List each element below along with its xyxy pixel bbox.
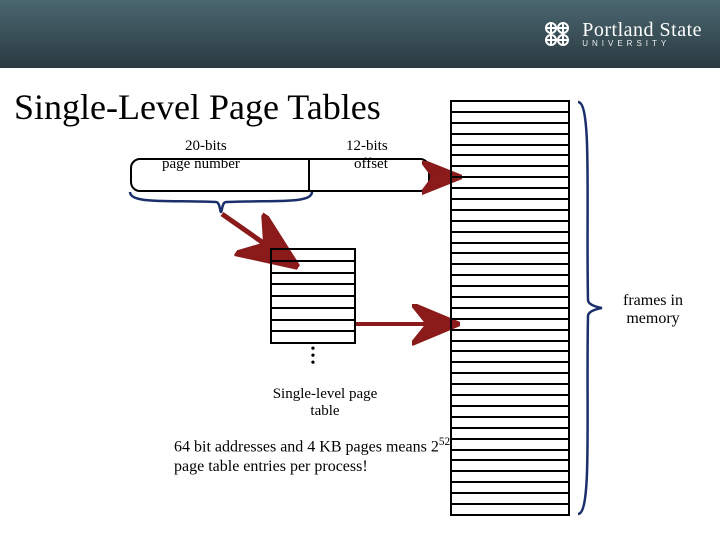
memory-frame — [452, 254, 568, 265]
memory-frame — [452, 265, 568, 276]
page-table — [270, 248, 356, 344]
memory-frame — [452, 113, 568, 124]
memory-frame — [452, 276, 568, 287]
page-table-caption: Single-level page table — [270, 386, 380, 421]
page-table-ellipsis-icon: ••• — [306, 346, 320, 367]
address-offset-field — [310, 160, 428, 190]
header-band: Portland State UNIVERSITY — [0, 0, 720, 68]
memory-frame — [452, 472, 568, 483]
memory-frame — [452, 320, 568, 331]
memory-frame — [452, 451, 568, 462]
memory-frame — [452, 102, 568, 113]
memory-frame — [452, 505, 568, 514]
memory-frame — [452, 461, 568, 472]
memory-frame — [452, 178, 568, 189]
memory-frame — [452, 352, 568, 363]
memory-frame — [452, 298, 568, 309]
page-table-row — [272, 250, 354, 262]
address-page-number-field — [132, 160, 310, 190]
memory-frame — [452, 363, 568, 374]
memory-frame — [452, 146, 568, 157]
page-table-row — [272, 309, 354, 321]
memory-frame — [452, 222, 568, 233]
virtual-address-box — [130, 158, 430, 192]
table-to-memory-arrow-icon — [356, 316, 456, 336]
page-table-row — [272, 274, 354, 286]
memory-frame — [452, 211, 568, 222]
slide-title: Single-Level Page Tables — [14, 86, 720, 128]
memory-frame — [452, 374, 568, 385]
page-table-row — [272, 262, 354, 274]
page-table-row — [272, 332, 354, 342]
memory-frame — [452, 440, 568, 451]
memory-frame — [452, 135, 568, 146]
memory-frame — [452, 244, 568, 255]
university-branding: Portland State UNIVERSITY — [540, 17, 702, 51]
memory-frame — [452, 396, 568, 407]
memory-frame — [452, 167, 568, 178]
physical-memory-frames — [450, 100, 570, 516]
footnote-64bit: 64 bit addresses and 4 KB pages means 25… — [174, 436, 454, 476]
page-table-row — [272, 297, 354, 309]
memory-frame — [452, 331, 568, 342]
page-number-bits-label: 20-bits — [185, 138, 227, 155]
footnote-part1: 64 bit addresses and 4 KB pages means 2 — [174, 438, 439, 455]
page-table-row — [272, 321, 354, 333]
memory-frame — [452, 418, 568, 429]
org-name: Portland State — [582, 20, 702, 40]
memory-frame — [452, 483, 568, 494]
memory-caption: frames in memory — [608, 292, 698, 329]
memory-frame — [452, 494, 568, 505]
memory-frame — [452, 429, 568, 440]
memory-frame — [452, 342, 568, 353]
memory-frame — [452, 309, 568, 320]
memory-frame — [452, 156, 568, 167]
footnote-part2: page table entries per process! — [174, 458, 368, 475]
memory-brace-icon — [574, 100, 604, 516]
memory-frame — [452, 233, 568, 244]
offset-bits-label: 12-bits — [346, 138, 388, 155]
memory-frame — [452, 407, 568, 418]
footnote-exponent: 52 — [439, 436, 450, 448]
memory-frame — [452, 287, 568, 298]
memory-frame — [452, 189, 568, 200]
memory-frame — [452, 124, 568, 135]
page-table-row — [272, 285, 354, 297]
portland-state-logo-icon — [540, 17, 574, 51]
org-sub: UNIVERSITY — [582, 40, 702, 48]
memory-frame — [452, 385, 568, 396]
memory-frame — [452, 200, 568, 211]
